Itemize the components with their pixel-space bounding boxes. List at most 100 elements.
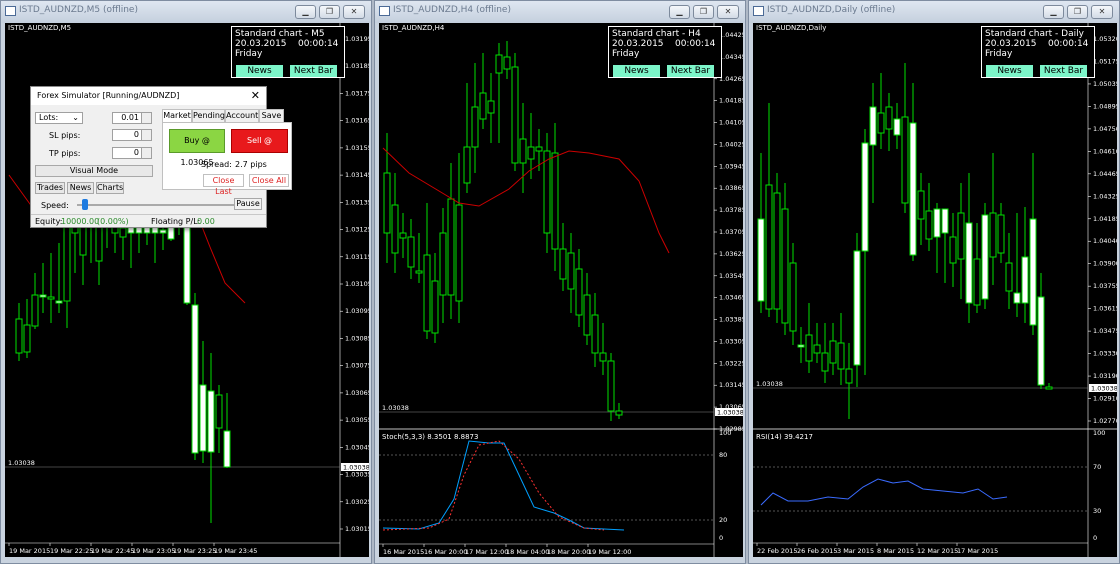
current-price-label: 1.03038	[1091, 385, 1117, 393]
bear-candle	[567, 252, 575, 290]
bull-candle	[933, 208, 941, 238]
indicator-tick-label: 20	[719, 516, 727, 524]
sell-button[interactable]: Sell @ 1.03038	[231, 129, 288, 167]
indicator-label: RSI(14) 39.4217	[756, 433, 813, 441]
bear-candle	[837, 342, 845, 370]
tp-input[interactable]: 0	[112, 147, 152, 159]
news-button[interactable]: News	[236, 65, 283, 77]
chart-window-icon	[5, 6, 16, 16]
tab-account[interactable]: Account	[225, 109, 259, 122]
bear-candle	[519, 138, 527, 164]
floating-pl-label: Floating P/L:	[151, 217, 201, 226]
lots-mode-select[interactable]: Lots: ⌄	[35, 112, 83, 124]
time-tick-label: 17 Mar 12:00	[465, 548, 508, 556]
bear-candle	[15, 318, 23, 354]
price-tick-label: 1.03945	[719, 162, 743, 170]
day-label: Friday	[235, 49, 263, 59]
sl-label: SL pips:	[49, 131, 81, 140]
market-tab-panel: Buy @ 1.03065 Sell @ 1.03038 Spread: 2.7…	[162, 122, 292, 196]
time-tick-label: 19 Mar 23:45	[214, 547, 257, 555]
bear-candle	[47, 296, 55, 300]
bull-candle	[159, 229, 167, 234]
title-bar[interactable]: ISTD_AUDNZD,Daily (offline) ▁ ❐ ✕	[749, 1, 1119, 23]
price-tick-label: 1.02770	[1093, 417, 1117, 425]
time-tick-label: 16 Mar 20:00	[424, 548, 467, 556]
tab-pending[interactable]: Pending	[192, 109, 225, 122]
sl-input[interactable]: 0	[112, 129, 152, 141]
bear-candle	[765, 184, 773, 310]
time-tick-label: 3 Mar 2015	[837, 547, 874, 555]
minimize-button[interactable]: ▁	[669, 5, 690, 19]
close-button[interactable]: ✕	[1091, 5, 1113, 19]
indicator-tick-label: 0	[719, 534, 723, 542]
bear-candle	[901, 116, 909, 204]
restore-button[interactable]: ❐	[1067, 5, 1088, 19]
speed-slider-track[interactable]	[77, 204, 257, 206]
close-last-button[interactable]: Close Last	[203, 174, 244, 196]
indicator-line	[382, 440, 605, 531]
bear-candle	[773, 192, 781, 310]
bear-candle	[495, 54, 503, 74]
news-button[interactable]: News	[67, 182, 94, 194]
price-chart[interactable]: 1.04425 1.04345 1.04265 1.04185 1.04105 1.040…	[379, 23, 743, 557]
buy-button[interactable]: Buy @ 1.03065	[169, 129, 225, 167]
bull-candle	[223, 430, 231, 468]
news-button[interactable]: News	[613, 65, 660, 77]
tab-market[interactable]: Market	[162, 109, 192, 123]
restore-button[interactable]: ❐	[693, 5, 714, 19]
close-all-button[interactable]: Close All	[249, 174, 289, 187]
speed-slider-handle[interactable]	[82, 199, 89, 210]
bear-candle	[407, 236, 415, 268]
bull-candle	[199, 384, 207, 452]
tab-save[interactable]: Save	[259, 109, 284, 122]
price-tick-label: 1.03625	[719, 250, 743, 258]
chart-type-label: Standard chart - Daily	[985, 29, 1084, 39]
price-tick-label: 1.03705	[719, 228, 743, 236]
bull-candle	[1037, 296, 1045, 386]
bear-candle	[821, 352, 829, 372]
chart-info-panel: Standard chart - H4 20.03.2015 00:00:14 …	[608, 26, 722, 78]
time-label: 00:00:14	[674, 39, 716, 49]
price-tick-label: 1.04185	[1093, 215, 1117, 223]
minimize-button[interactable]: ▁	[1043, 5, 1064, 19]
next-bar-button[interactable]: Next Bar	[290, 65, 337, 77]
window-title: ISTD_AUDNZD,Daily (offline)	[767, 5, 896, 15]
close-icon[interactable]: ✕	[251, 89, 260, 102]
current-price-text: 1.03038	[8, 459, 35, 467]
title-bar[interactable]: ISTD_AUDNZD,M5 (offline) ▁ ❐ ✕	[1, 1, 371, 23]
trades-button[interactable]: Trades	[35, 182, 65, 194]
equity-label: Equity:	[35, 217, 63, 226]
price-chart[interactable]: 1.05320 1.05175 1.05035 1.04895 1.04750 1.046…	[753, 23, 1117, 557]
charts-button[interactable]: Charts	[96, 182, 124, 194]
bear-candle	[997, 214, 1005, 254]
restore-button[interactable]: ❐	[319, 5, 340, 19]
window-title: ISTD_AUDNZD,H4 (offline)	[393, 5, 511, 15]
title-bar[interactable]: ISTD_AUDNZD,H4 (offline) ▁ ❐ ✕	[375, 1, 745, 23]
bear-candle	[399, 232, 407, 239]
bear-candle	[877, 112, 885, 134]
price-tick-label: 1.03545	[719, 272, 743, 280]
price-tick-label: 1.03065	[345, 389, 369, 397]
lots-input[interactable]: 0.01	[112, 112, 152, 124]
bear-candle	[1005, 262, 1013, 292]
close-button[interactable]: ✕	[717, 5, 739, 19]
close-button[interactable]: ✕	[343, 5, 365, 19]
news-button[interactable]: News	[986, 65, 1033, 77]
price-tick-label: 1.03045	[345, 443, 369, 451]
price-tick-label: 1.03115	[345, 253, 369, 261]
next-bar-button[interactable]: Next Bar	[1040, 65, 1087, 77]
bear-candle	[607, 360, 615, 412]
window-title: ISTD_AUDNZD,M5 (offline)	[19, 5, 138, 15]
chart-type-label: Standard chart - M5	[235, 29, 325, 39]
bear-candle	[455, 204, 463, 302]
price-tick-label: 1.03025	[345, 498, 369, 506]
price-tick-label: 1.03225	[719, 359, 743, 367]
next-bar-button[interactable]: Next Bar	[667, 65, 714, 77]
price-tick-label: 1.03075	[345, 362, 369, 370]
minimize-button[interactable]: ▁	[295, 5, 316, 19]
visual-mode-button[interactable]: Visual Mode	[35, 165, 153, 177]
bear-candle	[551, 152, 559, 250]
bear-candle	[463, 146, 471, 184]
pause-button[interactable]: Pause	[234, 198, 262, 210]
equity-percent: (0.00%)	[97, 217, 129, 226]
